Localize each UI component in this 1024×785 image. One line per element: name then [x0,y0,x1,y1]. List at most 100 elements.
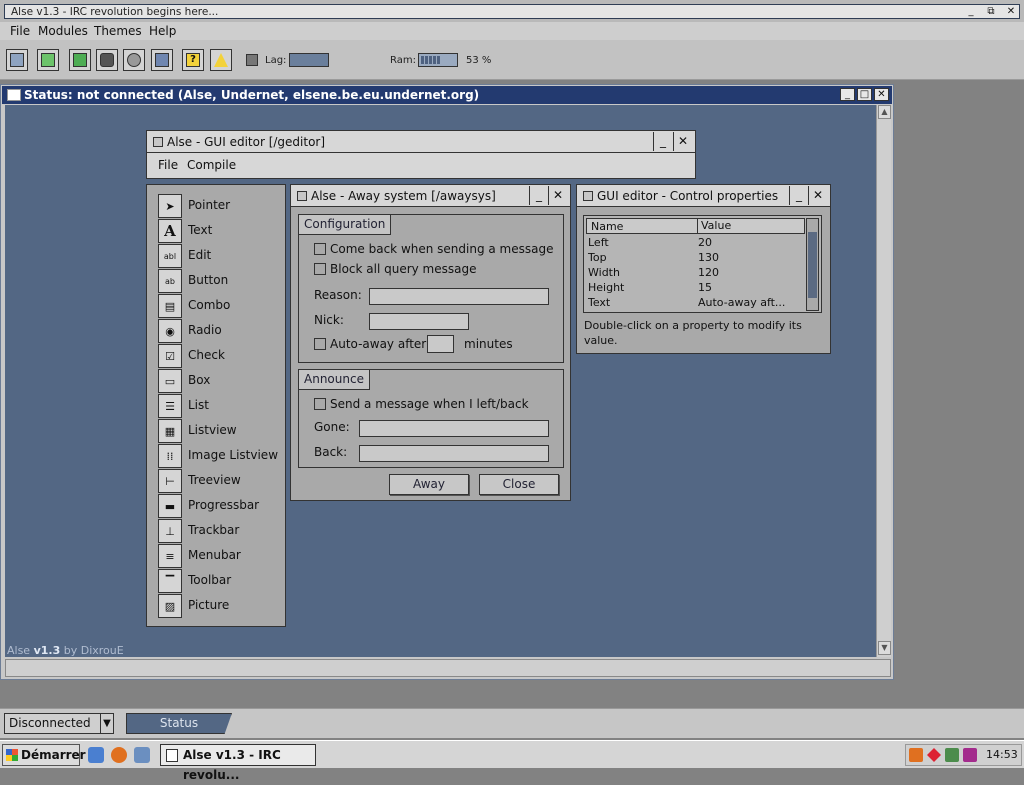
away-minimize-button[interactable]: _ [529,186,548,205]
props-minimize-button[interactable]: _ [789,186,808,205]
checkbox-box[interactable] [314,338,326,350]
palette-item-trackbar[interactable]: ⊥ Trackbar [158,519,283,543]
reason-field[interactable] [369,288,549,305]
gone-field[interactable] [359,420,549,437]
edit-icon[interactable]: abl [158,244,182,268]
chevron-down-icon[interactable]: ▼ [100,714,113,733]
palette-item-check[interactable]: ☑ Check [158,344,283,368]
check-icon[interactable]: ☑ [158,344,182,368]
checkbox-box[interactable] [314,398,326,410]
palette-item-radio[interactable]: ◉ Radio [158,319,283,343]
gui-editor-close-button[interactable]: ✕ [673,132,692,151]
tray-users-icon[interactable] [945,748,959,762]
box-icon[interactable]: ▭ [158,369,182,393]
minimize-button[interactable]: _ [963,6,979,18]
status-tab[interactable]: Status [126,713,232,734]
start-button[interactable]: Démarrer [2,744,86,766]
pointer-icon[interactable]: ➤ [158,194,182,218]
palette-item-list[interactable]: ☰ List [158,394,283,418]
palette-item-image-listview[interactable]: ⁞⁞ Image Listview [158,444,283,468]
command-input[interactable] [5,659,891,677]
treeview-icon[interactable]: ⊢ [158,469,182,493]
status-scrollbar[interactable]: ▲ ▼ [876,105,891,657]
away-titlebar[interactable]: Alse - Away system [/awaysys] _ ✕ [291,185,570,207]
menu-modules[interactable]: Modules [38,23,88,39]
back-field[interactable] [359,445,549,462]
gui-editor-titlebar[interactable]: Alse - GUI editor [/geditor] _ ✕ [147,131,695,153]
menu-themes[interactable]: Themes [94,23,142,39]
palette-item-box[interactable]: ▭ Box [158,369,283,393]
palette-item-picture[interactable]: ▨ Picture [158,594,283,618]
picture-icon[interactable]: ▨ [158,594,182,618]
help-icon[interactable]: ? [182,49,204,71]
close-away-button[interactable]: Close [479,474,559,495]
palette-item-button[interactable]: ab Button [158,269,283,293]
status-minimize-button[interactable]: _ [840,88,855,101]
notify-icon[interactable] [123,49,145,71]
status-titlebar[interactable]: Status: not connected (Alse, Undernet, e… [2,86,892,104]
property-row[interactable]: Top 130 [588,251,802,266]
tray-app-icon[interactable] [909,748,923,762]
image-listview-icon[interactable]: ⁞⁞ [158,444,182,468]
channel-list-icon[interactable] [96,49,118,71]
palette-item-text[interactable]: A Text [158,219,283,243]
property-row[interactable]: Width 120 [588,266,802,281]
scroll-thumb[interactable] [808,232,817,298]
palette-item-progressbar[interactable]: ▬ Progressbar [158,494,283,518]
property-row[interactable]: Height 15 [588,281,802,296]
restore-button[interactable]: ⧉ [983,6,999,18]
nick-field[interactable] [369,313,469,330]
text-icon[interactable]: A [158,219,182,243]
options-icon[interactable] [37,49,59,71]
palette-item-edit[interactable]: abl Edit [158,244,283,268]
status-maximize-button[interactable]: □ [857,88,872,101]
close-button[interactable]: ✕ [1003,6,1019,18]
palette-item-menubar[interactable]: ≡ Menubar [158,544,283,568]
gui-editor-minimize-button[interactable]: _ [653,132,672,151]
menubar-icon[interactable]: ≡ [158,544,182,568]
gui-editor-menu-compile[interactable]: Compile [187,158,236,172]
trackbar-icon[interactable]: ⊥ [158,519,182,543]
property-row[interactable]: Text Auto-away aft... [588,296,802,311]
list-icon[interactable]: ☰ [158,394,182,418]
away-close-button[interactable]: ✕ [548,186,567,205]
palette-item-combo[interactable]: ▤ Combo [158,294,283,318]
palette-item-pointer[interactable]: ➤ Pointer [158,194,283,218]
radio-icon[interactable]: ◉ [158,319,182,343]
checkbox-box[interactable] [314,243,326,255]
properties-table[interactable]: Name Value Left 20 Top 130 Width 120 Height 15 T… [583,215,822,313]
server-icon[interactable] [6,49,28,71]
props-titlebar[interactable]: GUI editor - Control properties _ ✕ [577,185,830,207]
taskbar-alse-button[interactable]: Alse v1.3 - IRC revolu... [160,744,316,782]
addressbook-icon[interactable] [69,49,91,71]
props-close-button[interactable]: ✕ [808,186,827,205]
scroll-down-icon[interactable]: ▼ [878,641,891,655]
palette-item-listview[interactable]: ▦ Listview [158,419,283,443]
palette-item-treeview[interactable]: ⊢ Treeview [158,469,283,493]
col-value-header[interactable]: Value [697,219,731,233]
firefox-icon[interactable] [111,747,127,763]
palette-item-toolbar[interactable]: ▔ Toolbar [158,569,283,593]
tray-arrows-icon[interactable] [927,748,941,762]
desktop-icon[interactable] [134,747,150,763]
combo-icon[interactable]: ▤ [158,294,182,318]
progressbar-icon[interactable]: ▬ [158,494,182,518]
scroll-up-icon[interactable]: ▲ [878,105,891,119]
dcc-icon[interactable] [151,49,173,71]
auto-away-minutes-field[interactable] [427,335,454,353]
menu-help[interactable]: Help [149,23,176,39]
connection-combo[interactable]: Disconnected ▼ [4,713,114,734]
checkbox-box[interactable] [314,263,326,275]
button-icon[interactable]: ab [158,269,182,293]
property-row[interactable]: Left 20 [588,236,802,251]
status-close-button[interactable]: ✕ [874,88,889,101]
warning-icon[interactable] [210,49,232,71]
tray-winamp-icon[interactable] [963,748,977,762]
col-name-header[interactable]: Name [591,220,623,233]
ie-icon[interactable] [88,747,104,763]
listview-icon[interactable]: ▦ [158,419,182,443]
properties-scrollbar[interactable] [806,218,819,311]
gui-editor-menu-file[interactable]: File [158,158,178,172]
away-button[interactable]: Away [389,474,469,495]
menu-file[interactable]: File [10,23,30,39]
